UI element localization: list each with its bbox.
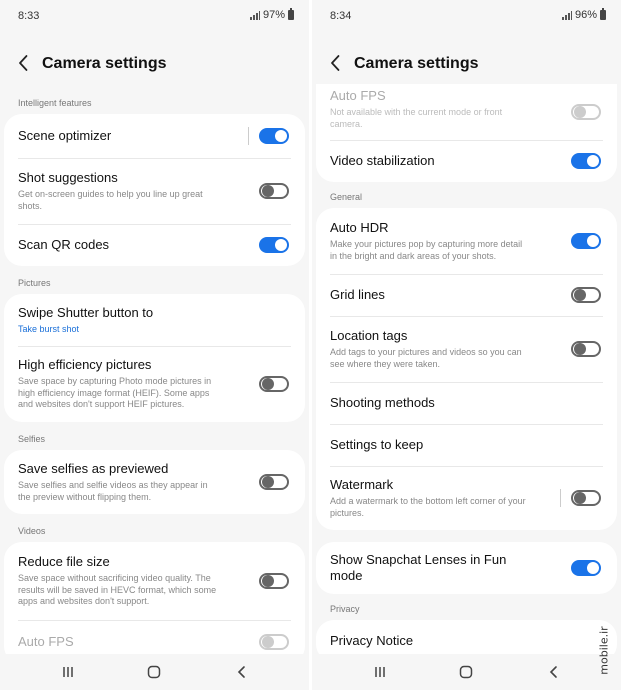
settings-card: Show Snapchat Lenses in Fun mode xyxy=(316,542,617,594)
setting-swipe-shutter[interactable]: Swipe Shutter button to Take burst shot xyxy=(4,294,305,346)
recent-apps-icon[interactable] xyxy=(372,664,388,680)
right-screen: 8:34 96% Camera settings Auto FPS Not av… xyxy=(312,0,621,690)
page-title: Camera settings xyxy=(354,55,479,72)
home-icon[interactable] xyxy=(146,664,162,680)
save-selfies-toggle[interactable] xyxy=(259,474,289,490)
setting-title: Shot suggestions xyxy=(18,170,118,185)
back-nav-icon[interactable] xyxy=(546,664,562,680)
setting-title: Shooting methods xyxy=(330,395,435,410)
setting-shooting-methods[interactable]: Shooting methods xyxy=(316,382,617,424)
app-bar: Camera settings xyxy=(0,44,309,84)
setting-value: Take burst shot xyxy=(18,323,80,334)
status-time: 8:34 xyxy=(330,10,352,22)
setting-high-efficiency-pictures[interactable]: High efficiency pictures Save space by c… xyxy=(4,346,305,422)
reduce-file-size-toggle[interactable] xyxy=(259,573,289,589)
scan-qr-toggle[interactable] xyxy=(259,237,289,253)
setting-description: Save selfies and selfie videos as they a… xyxy=(18,480,208,502)
section-header-intelligent-features: Intelligent features xyxy=(18,98,92,108)
setting-title: High efficiency pictures xyxy=(18,357,152,373)
settings-card: Swipe Shutter button to Take burst shot … xyxy=(4,294,305,422)
battery-icon xyxy=(288,8,294,20)
setting-show-snapchat-lenses[interactable]: Show Snapchat Lenses in Fun mode xyxy=(316,542,617,594)
auto-fps-toggle xyxy=(259,634,289,650)
setting-shot-suggestions[interactable]: Shot suggestions Get on-screen guides to… xyxy=(4,158,305,224)
setting-description: Get on-screen guides to help you line up… xyxy=(18,189,203,211)
section-header-privacy: Privacy xyxy=(330,604,360,614)
auto-fps-toggle xyxy=(571,104,601,120)
navigation-bar xyxy=(0,654,309,690)
shot-suggestions-toggle[interactable] xyxy=(259,183,289,199)
settings-card: Auto HDR Make your pictures pop by captu… xyxy=(316,208,617,530)
setting-title: Settings to keep xyxy=(330,437,424,452)
settings-card: Scene optimizer Shot suggestions Get on-… xyxy=(4,114,305,266)
status-time: 8:33 xyxy=(18,10,40,22)
setting-grid-lines[interactable]: Grid lines xyxy=(316,274,617,316)
settings-card: Auto FPS Not available with the current … xyxy=(316,84,617,182)
settings-card: Save selfies as previewed Save selfies a… xyxy=(4,450,305,514)
setting-description: Save space without sacrificing video qua… xyxy=(18,573,217,607)
back-arrow-icon[interactable] xyxy=(14,53,34,73)
scene-optimizer-toggle[interactable] xyxy=(259,128,289,144)
signal-icon xyxy=(249,10,260,20)
watermark-toggle[interactable] xyxy=(571,490,601,506)
setting-scene-optimizer[interactable]: Scene optimizer xyxy=(4,114,305,158)
battery-icon xyxy=(600,8,606,20)
snapchat-lenses-toggle[interactable] xyxy=(571,560,601,576)
setting-title: Location tags xyxy=(330,328,408,343)
setting-title: Reduce file size xyxy=(18,554,110,570)
setting-settings-to-keep[interactable]: Settings to keep xyxy=(316,424,617,466)
auto-hdr-toggle[interactable] xyxy=(571,233,601,249)
app-bar: Camera settings xyxy=(312,44,621,84)
page-title: Camera settings xyxy=(42,55,167,72)
setting-auto-hdr[interactable]: Auto HDR Make your pictures pop by captu… xyxy=(316,208,617,274)
setting-location-tags[interactable]: Location tags Add tags to your pictures … xyxy=(316,316,617,382)
setting-title: Save selfies as previewed xyxy=(18,461,169,476)
high-efficiency-toggle[interactable] xyxy=(259,376,289,392)
back-arrow-icon[interactable] xyxy=(326,53,346,73)
setting-description: Make your pictures pop by capturing more… xyxy=(330,239,523,261)
setting-title: Show Snapchat Lenses in Fun mode xyxy=(330,552,507,583)
divider xyxy=(248,127,249,145)
location-tags-toggle[interactable] xyxy=(571,341,601,357)
settings-card: Reduce file size Save space without sacr… xyxy=(4,542,305,664)
setting-title: Auto FPS xyxy=(330,88,386,103)
setting-reduce-file-size[interactable]: Reduce file size Save space without sacr… xyxy=(4,542,305,620)
setting-watermark[interactable]: Watermark Add a watermark to the bottom … xyxy=(316,466,617,530)
setting-title: Auto FPS xyxy=(18,634,74,649)
section-header-videos: Videos xyxy=(18,526,46,536)
recent-apps-icon[interactable] xyxy=(60,664,76,680)
divider xyxy=(560,489,561,507)
battery-percent: 97% xyxy=(262,9,285,21)
setting-title: Watermark xyxy=(330,477,394,492)
back-nav-icon[interactable] xyxy=(234,664,250,680)
signal-icon xyxy=(561,10,572,20)
setting-auto-fps: Auto FPS Not available with the current … xyxy=(316,84,617,140)
setting-title: Auto HDR xyxy=(330,220,389,235)
watermark-logo: mobile.ir xyxy=(597,626,611,675)
grid-lines-toggle[interactable] xyxy=(571,287,601,303)
section-header-selfies: Selfies xyxy=(18,434,46,444)
setting-description: Add tags to your pictures and videos so … xyxy=(330,347,522,369)
setting-description: Not available with the current mode or f… xyxy=(330,107,503,129)
status-bar: 8:34 96% xyxy=(312,0,621,32)
setting-title: Scene optimizer xyxy=(18,128,112,143)
battery-percent: 96% xyxy=(574,9,597,21)
navigation-bar xyxy=(312,654,621,690)
setting-description: Save space by capturing Photo mode pictu… xyxy=(18,376,212,410)
setting-title: Swipe Shutter button to xyxy=(18,304,154,320)
setting-save-selfies[interactable]: Save selfies as previewed Save selfies a… xyxy=(4,450,305,514)
video-stabilization-toggle[interactable] xyxy=(571,153,601,169)
status-bar: 8:33 97% xyxy=(0,0,309,32)
section-header-general: General xyxy=(330,192,363,202)
setting-title: Video stabilization xyxy=(330,153,435,168)
home-icon[interactable] xyxy=(458,664,474,680)
left-screen: 8:33 97% Camera settings Intelligent fea… xyxy=(0,0,309,690)
setting-video-stabilization[interactable]: Video stabilization xyxy=(316,140,617,182)
section-header-pictures: Pictures xyxy=(18,278,51,288)
setting-scan-qr-codes[interactable]: Scan QR codes xyxy=(4,224,305,266)
setting-title: Privacy Notice xyxy=(330,633,414,648)
setting-title: Grid lines xyxy=(330,287,385,302)
setting-title: Scan QR codes xyxy=(18,237,110,252)
setting-description: Add a watermark to the bottom left corne… xyxy=(330,496,526,518)
